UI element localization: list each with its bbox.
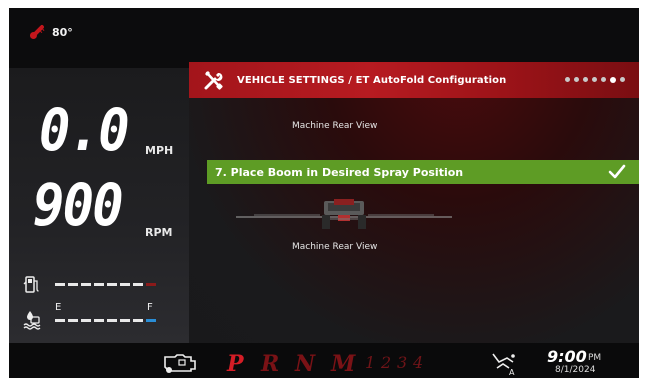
fuel-level-bar (55, 282, 156, 286)
gear-p: P (227, 351, 244, 377)
fuel-gauge (23, 274, 156, 294)
engine-warning-icon (164, 354, 196, 373)
gear-number-3: 3 (397, 353, 408, 372)
top-view-label: Machine Rear View (292, 121, 378, 131)
step-text: 7. Place Boom in Desired Spray Position (215, 165, 464, 179)
page-dot[interactable] (620, 77, 625, 82)
temperature-value: 80° (52, 25, 73, 39)
gear-m: M (331, 351, 356, 377)
thermometer-icon (29, 25, 45, 40)
clock-time: 9:00 (547, 347, 587, 366)
settings-panel: VEHICLE SETTINGS / ET AutoFold Configura… (189, 62, 639, 343)
tank-level-bar (55, 318, 156, 322)
svg-text:A: A (509, 368, 515, 376)
page-dot[interactable] (601, 77, 606, 82)
step-instruction[interactable]: 7. Place Boom in Desired Spray Position (207, 160, 639, 184)
status-bar: P R N M 1 2 3 4 A 9:00 PM 8/1/2024 (9, 343, 639, 378)
fuel-pump-icon (23, 276, 39, 293)
gear-n: N (295, 351, 316, 377)
rpm-value: 900 (33, 171, 124, 239)
gear-number-1: 1 (365, 353, 376, 372)
tools-icon (204, 71, 223, 90)
display-screen: 80° 0.0 MPH 900 RPM E F VEHICLE SETTINGS… (9, 8, 639, 378)
rpm-unit: RPM (145, 226, 173, 239)
checkmark-icon[interactable] (608, 164, 626, 180)
clock-date: 8/1/2024 (555, 365, 596, 375)
boom-auto-icon: A (492, 353, 515, 376)
gauge-panel: 0.0 MPH 900 RPM E F (9, 68, 189, 343)
sprayer-rear-view-image (236, 199, 452, 229)
gear-r: R (261, 351, 280, 377)
page-dot[interactable] (583, 77, 588, 82)
page-dot[interactable] (574, 77, 579, 82)
speed-unit: MPH (145, 144, 174, 157)
page-dot[interactable] (592, 77, 597, 82)
speed-value: 0.0 (39, 96, 130, 164)
page-dot[interactable] (565, 77, 570, 82)
settings-header: VEHICLE SETTINGS / ET AutoFold Configura… (189, 62, 639, 98)
tank-level-icon (23, 311, 41, 330)
tank-gauge (23, 309, 156, 331)
page-dot-active[interactable] (610, 76, 616, 83)
settings-title: VEHICLE SETTINGS / ET AutoFold Configura… (237, 74, 507, 86)
gear-number-4: 4 (413, 353, 424, 372)
bottom-view-label: Machine Rear View (292, 242, 378, 252)
clock-ampm: PM (588, 353, 602, 363)
temperature-readout: 80° (26, 22, 73, 42)
page-indicator (565, 76, 625, 83)
gear-number-2: 2 (381, 353, 392, 372)
